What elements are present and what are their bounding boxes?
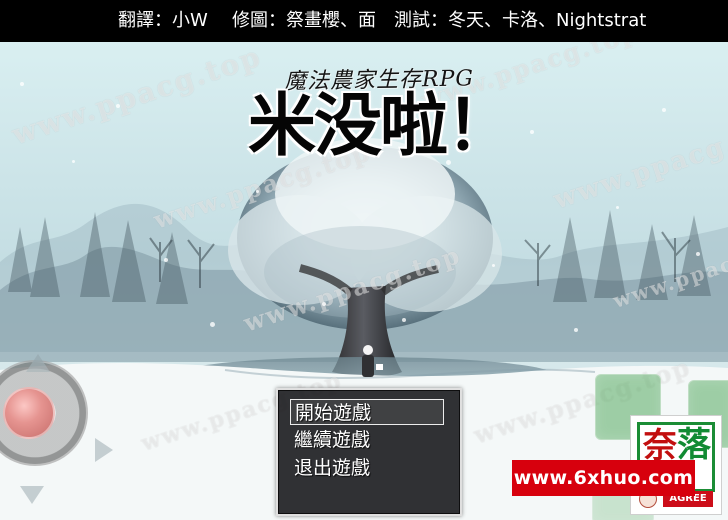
snowflake xyxy=(492,264,495,267)
snowflake xyxy=(322,302,326,306)
virtual-dpad[interactable] xyxy=(0,354,113,504)
snowflake xyxy=(256,190,259,193)
snowflake xyxy=(210,322,215,327)
snowflake xyxy=(72,160,75,163)
game-screen: 翻譯：小W 修圖：祭畫櫻、面 測試：冬天、卡洛、Nightstrat www.p… xyxy=(0,0,728,520)
logo-red-character: 奈 xyxy=(643,426,677,466)
edit-label: 修圖： xyxy=(232,10,286,31)
snowflake xyxy=(116,104,120,108)
snowflake xyxy=(662,108,666,112)
up-arrow-icon[interactable] xyxy=(26,354,50,372)
game-title-logo: 魔法農家生存RPG 米没啦！ xyxy=(230,54,530,186)
test-value: 冬天、卡洛、Nightstrat xyxy=(448,10,647,31)
snowflake xyxy=(616,206,619,209)
snowflake xyxy=(20,82,24,86)
logo-green-character: 落 xyxy=(677,425,711,465)
menu-exit-game[interactable]: 退出遊戲 xyxy=(290,455,448,481)
game-title: 米没啦！ xyxy=(247,86,514,166)
down-arrow-icon[interactable] xyxy=(20,486,44,504)
title-scene: www.ppacg.top www.ppacg.top www.ppacg.to… xyxy=(0,42,728,520)
test-credit: 測試：冬天、卡洛、Nightstrat xyxy=(394,0,646,42)
snowflake xyxy=(696,252,700,256)
edit-value: 祭畫櫻、面 xyxy=(286,10,376,31)
title-menu: 開始遊戲 繼續遊戲 退出遊戲 xyxy=(276,388,462,516)
edit-credit: 修圖：祭畫櫻、面 xyxy=(232,0,376,42)
menu-start-game[interactable]: 開始遊戲 xyxy=(290,399,444,425)
right-arrow-icon[interactable] xyxy=(95,438,113,462)
credits-banner: 翻譯：小W 修圖：祭畫櫻、面 測試：冬天、卡洛、Nightstrat xyxy=(0,0,728,42)
snowflake xyxy=(402,318,406,322)
translation-label: 翻譯： xyxy=(118,10,172,31)
test-label: 測試： xyxy=(394,10,448,31)
dpad-center-button[interactable] xyxy=(3,387,55,439)
snowflake xyxy=(574,328,578,332)
snowflake xyxy=(164,258,168,262)
translation-credit: 翻譯：小W xyxy=(118,0,208,42)
menu-continue-game[interactable]: 繼續遊戲 xyxy=(290,427,448,453)
translation-value: 小W xyxy=(172,10,208,31)
site-banner[interactable]: www.6xhuo.com xyxy=(512,460,695,496)
snowflake xyxy=(530,130,534,134)
